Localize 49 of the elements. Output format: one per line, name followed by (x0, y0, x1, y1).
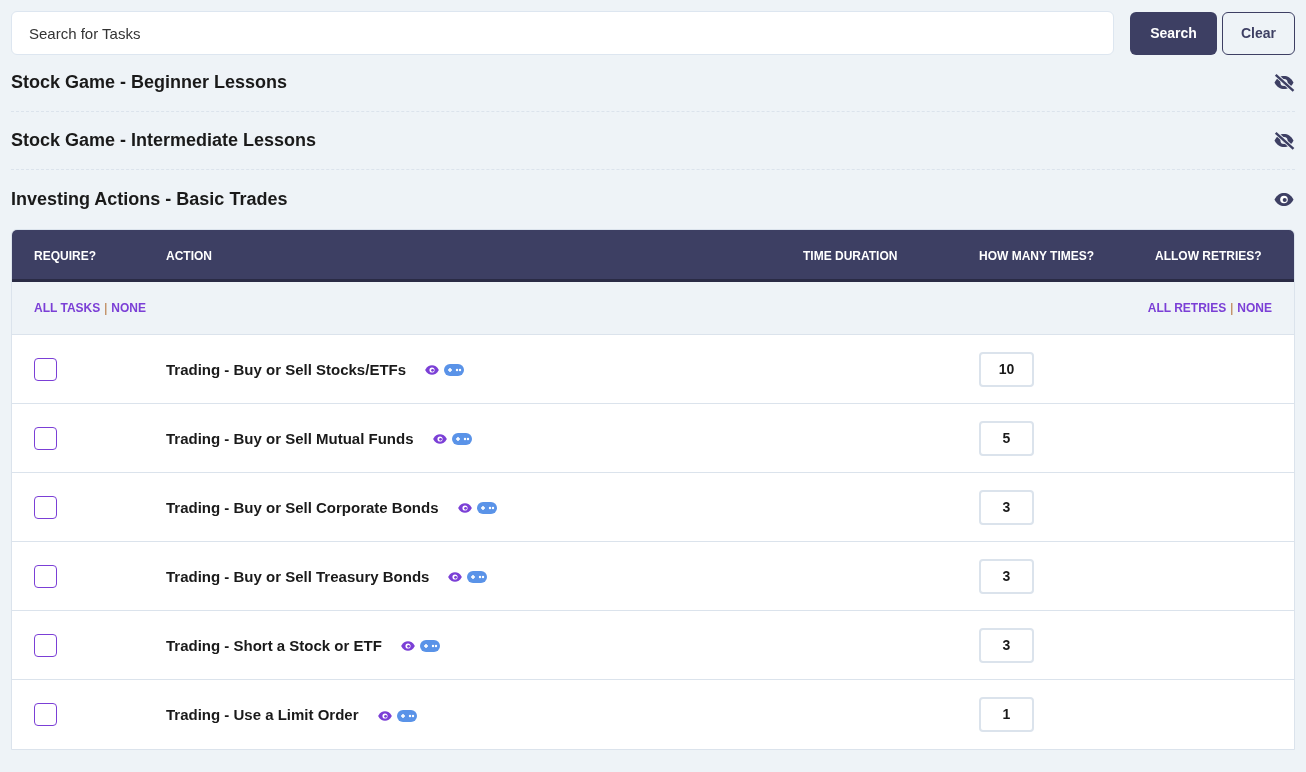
column-header: ALLOW RETRIES? (1155, 248, 1262, 263)
times-field[interactable]: 10 (979, 351, 1034, 387)
times-field[interactable]: 3 (979, 558, 1034, 594)
checkbox[interactable] (34, 564, 57, 588)
select-link[interactable]: ALL RETRIES (1147, 299, 1227, 317)
eye-icon[interactable] (376, 709, 393, 722)
checkbox[interactable] (34, 357, 57, 381)
eye-icon[interactable] (424, 364, 441, 376)
action-name: Trading - Buy or Sell Corporate Bonds (166, 497, 439, 518)
select-link[interactable]: NONE (111, 299, 147, 317)
eye-icon[interactable] (431, 433, 448, 445)
action-name: Trading - Buy or Sell Stocks/ETFs (166, 359, 407, 380)
column-header: HOW MANY TIMES? (979, 248, 1095, 263)
gamepad-icon[interactable] (451, 433, 472, 445)
checkbox[interactable] (34, 703, 57, 726)
separator: | (1230, 300, 1234, 317)
eye-icon[interactable] (447, 571, 464, 583)
separator: | (104, 300, 108, 317)
gamepad-icon[interactable] (467, 571, 488, 583)
action-name: Trading - Use a Limit Order (166, 705, 359, 726)
section-title: Stock Game - Beginner Lessons (11, 71, 288, 94)
checkbox[interactable] (34, 633, 57, 657)
eye-slash-icon[interactable] (1273, 131, 1295, 150)
select-link[interactable]: ALL TASKS (34, 299, 101, 317)
times-field[interactable]: 3 (979, 489, 1034, 525)
column-header: TIME DURATION (803, 248, 898, 263)
eye-icon[interactable] (399, 640, 416, 652)
section-title: Stock Game - Intermediate Lessons (11, 129, 317, 152)
gamepad-icon[interactable] (396, 709, 417, 722)
section-title: Investing Actions - Basic Trades (11, 187, 288, 211)
clear-button[interactable]: Clear (1222, 11, 1295, 55)
action-name: Trading - Buy or Sell Treasury Bonds (166, 566, 430, 587)
times-field[interactable]: 3 (979, 627, 1034, 663)
search-field[interactable]: Search for Tasks (11, 11, 1114, 55)
select-link[interactable]: NONE (1237, 299, 1272, 317)
checkbox[interactable] (34, 495, 57, 519)
column-header: ACTION (166, 248, 212, 263)
eye-icon[interactable] (456, 502, 473, 514)
gamepad-icon[interactable] (476, 502, 497, 514)
column-header: REQUIRE? (34, 248, 96, 263)
checkbox[interactable] (34, 426, 57, 450)
times-field[interactable]: 1 (979, 697, 1034, 732)
search-button[interactable]: Search (1130, 11, 1217, 55)
action-name: Trading - Buy or Sell Mutual Funds (166, 428, 414, 449)
action-name: Trading - Short a Stock or ETF (166, 635, 382, 656)
times-field[interactable]: 5 (979, 420, 1034, 456)
gamepad-icon[interactable] (444, 364, 465, 376)
gamepad-icon[interactable] (419, 640, 440, 652)
eye-slash-icon[interactable] (1273, 73, 1295, 92)
